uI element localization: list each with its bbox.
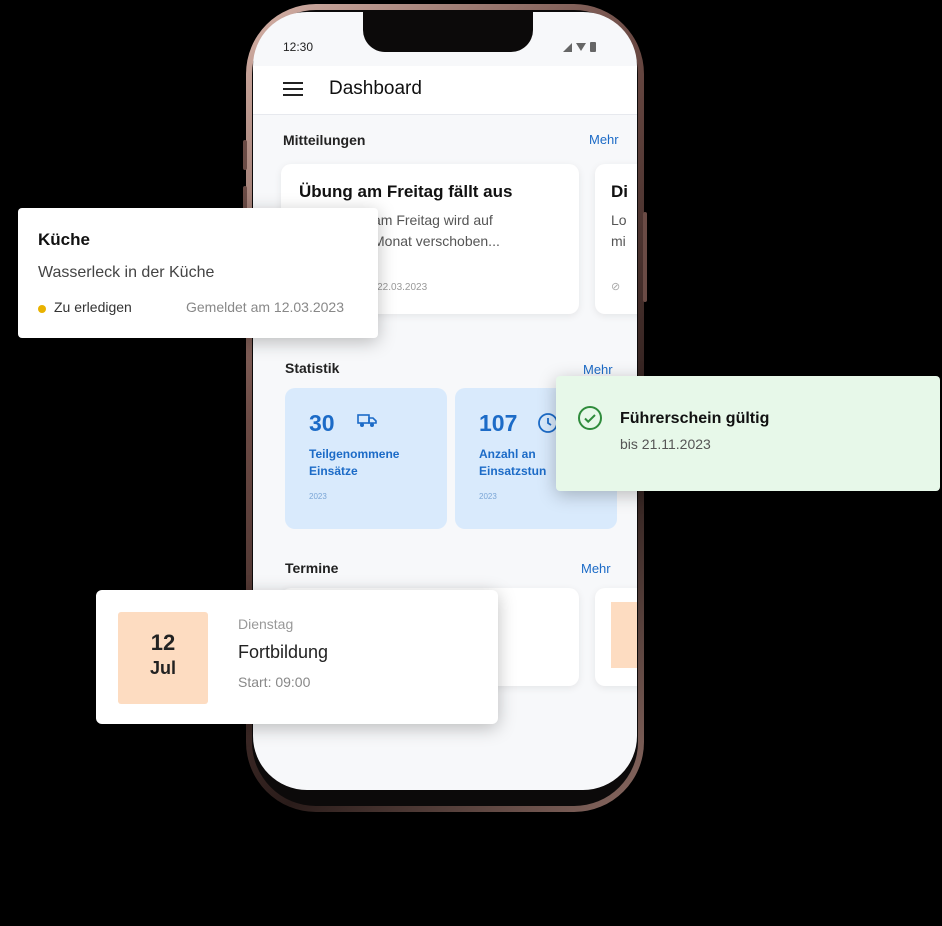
appointment-date-box <box>611 602 637 668</box>
phone-power-button <box>643 212 647 302</box>
license-card[interactable]: Führerschein gültig bis 21.11.2023 <box>556 376 940 491</box>
event-card[interactable]: 12 Jul Dienstag Fortbildung Start: 09:00 <box>96 590 498 724</box>
announcement-card[interactable]: Di Lo mi ⊘ <box>595 164 637 314</box>
status-time: 12:30 <box>283 40 314 54</box>
task-description: Wasserleck in der Küche <box>38 264 215 281</box>
event-start-time: Start: 09:00 <box>238 674 311 690</box>
signal-icon <box>563 42 572 52</box>
task-reported-date: Gemeldet am 12.03.2023 <box>186 299 344 315</box>
page-title: Dashboard <box>329 78 422 99</box>
truck-icon <box>357 412 377 433</box>
license-valid-until: bis 21.11.2023 <box>620 436 711 452</box>
announcement-body-line: mi <box>611 233 626 249</box>
battery-icon <box>590 42 596 52</box>
announcement-title: Übung am Freitag fällt aus <box>299 182 513 201</box>
hidden-eye-icon: ⊘ <box>611 281 621 293</box>
check-circle-icon <box>578 406 602 430</box>
appointment-card[interactable] <box>595 588 637 686</box>
announcements-more-link[interactable]: Mehr <box>589 132 619 147</box>
phone-side-button <box>243 140 247 170</box>
task-title: Küche <box>38 230 90 249</box>
status-dot-icon <box>38 305 46 313</box>
status-icons <box>563 42 596 52</box>
event-month: Jul <box>149 658 176 678</box>
announcement-body: Lo mi <box>611 210 627 252</box>
section-title-announcements: Mitteilungen <box>283 132 366 148</box>
announcement-date: · 22.03.2023 <box>371 282 428 293</box>
section-title-statistics: Statistik <box>285 360 340 376</box>
section-title-appointments: Termine <box>285 560 339 576</box>
notch <box>363 12 533 52</box>
stat-label-line: Einsatzstun <box>479 464 547 478</box>
event-weekday: Dienstag <box>238 616 294 632</box>
stat-label-line: Einsätze <box>309 464 358 478</box>
event-day: 12 <box>150 630 176 655</box>
stat-value: 30 <box>309 410 335 436</box>
event-date-box: 12 Jul <box>118 612 208 704</box>
stat-label: Teilgenommene Einsätze <box>309 446 399 480</box>
stat-card-deployments[interactable]: 30 Teilgenommene Einsätze 2023 <box>285 388 447 529</box>
stat-label-line: Anzahl an <box>479 447 536 461</box>
appointments-more-link[interactable]: Mehr <box>581 561 611 576</box>
statistics-more-link[interactable]: Mehr <box>583 362 613 377</box>
hamburger-menu-icon[interactable] <box>283 82 303 96</box>
event-title: Fortbildung <box>238 642 329 662</box>
stat-label: Anzahl an Einsatzstun <box>479 446 546 480</box>
task-status: Zu erledigen <box>54 299 132 315</box>
announcement-title: Di <box>611 182 628 201</box>
announcement-body-line: Lo <box>611 212 627 228</box>
stat-year: 2023 <box>309 492 327 501</box>
stat-year: 2023 <box>479 492 497 501</box>
task-card[interactable]: Küche Wasserleck in der Küche Zu erledig… <box>18 208 378 338</box>
wifi-icon <box>576 43 586 51</box>
stat-label-line: Teilgenommene <box>309 447 400 461</box>
app-bar: Dashboard <box>253 66 637 115</box>
stat-value: 107 <box>479 410 518 436</box>
license-title: Führerschein gültig <box>620 410 770 427</box>
